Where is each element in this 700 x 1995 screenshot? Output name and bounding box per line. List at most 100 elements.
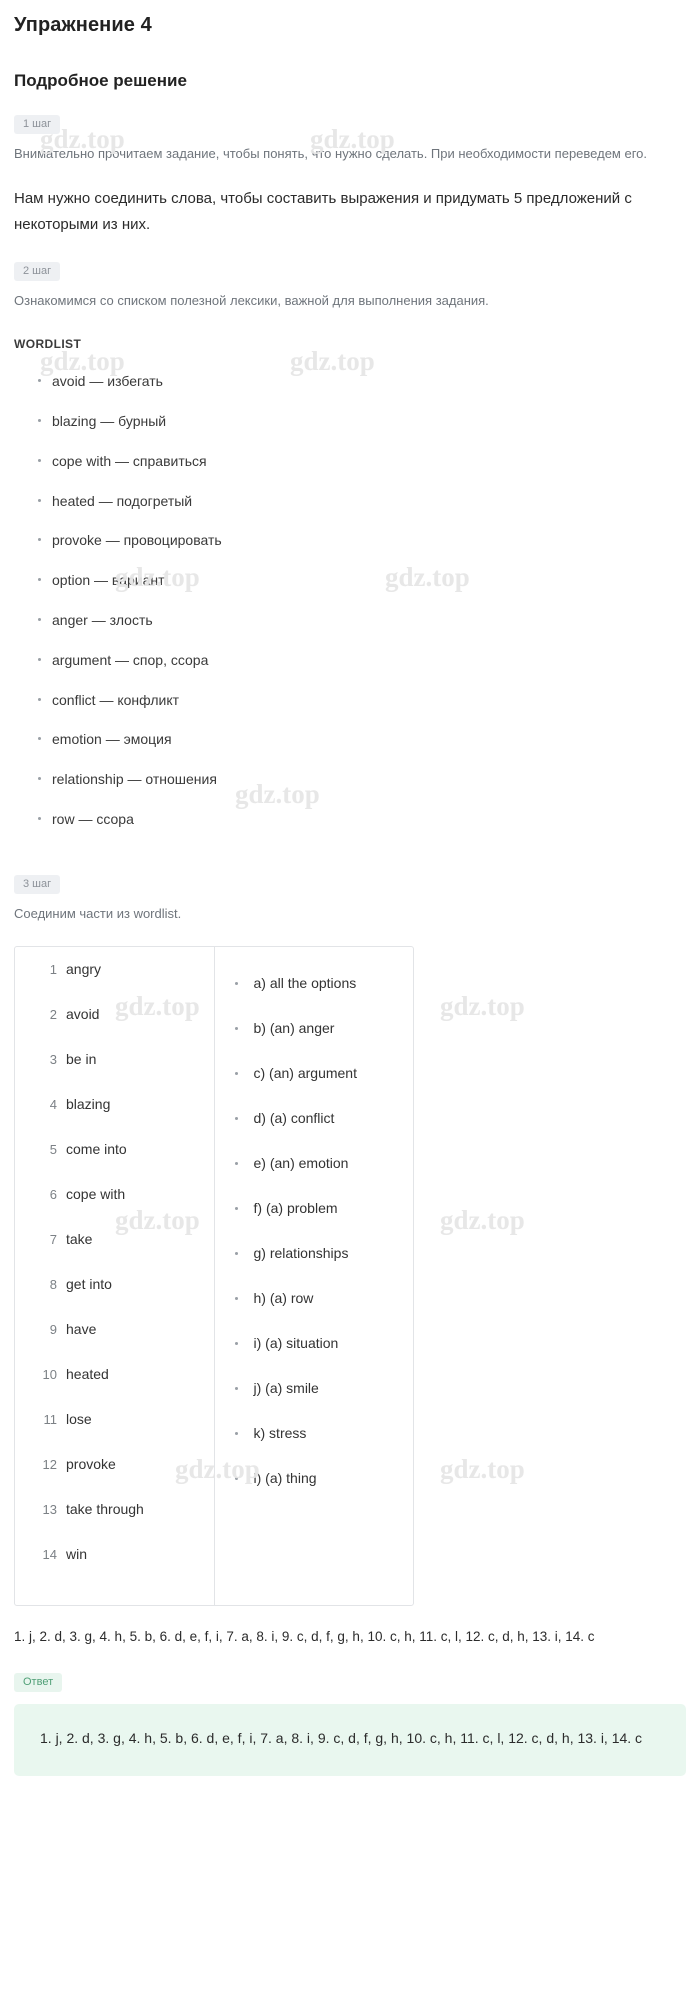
wordlist-heading: WORDLIST [14, 337, 82, 352]
step-text-2: Ознакомимся со списком полезной лексики,… [14, 293, 489, 309]
match-right-row[interactable]: f) (a) problem [215, 1186, 414, 1231]
solution-page: gdz.top gdz.top gdz.top gdz.top gdz.top gdz.t… [0, 14, 700, 1777]
match-right-text: h) (a) row [253, 1290, 314, 1307]
watermark-8: gdz.top [440, 991, 525, 1021]
match-left-text: come into [66, 1140, 127, 1157]
match-right-row[interactable]: g) relationships [215, 1231, 414, 1276]
match-right-row[interactable]: i) (a) situation [215, 1321, 414, 1366]
matching-exercise-table: 1 angry 2 avoid 3 be in 4 blazing 5 come into 6 cop… [14, 945, 414, 1606]
match-left-number: 2 [49, 1006, 57, 1022]
wordlist-item: conflict — конфликт [14, 692, 686, 709]
match-right-text: i) (a) situation [253, 1335, 339, 1352]
match-right-row[interactable]: h) (a) row [215, 1276, 414, 1321]
watermark-10: gdz.top [440, 1205, 525, 1235]
page-title: Упражнение 4 [14, 14, 152, 36]
matching-left-column: 1 angry 2 avoid 3 be in 4 blazing 5 come into 6 cop… [15, 946, 215, 1605]
match-right-row[interactable]: c) (an) argument [215, 1051, 414, 1096]
match-left-number: 5 [49, 1141, 57, 1157]
match-left-number: 3 [49, 1051, 57, 1067]
match-right-text: k) stress [253, 1425, 307, 1442]
wordlist-item: relationship — отношения [14, 771, 686, 788]
step-badge-2: 2 шаг [14, 262, 61, 282]
match-right-row[interactable]: j) (a) smile [215, 1366, 414, 1411]
bullet-icon [234, 1071, 238, 1075]
match-right-text: l) (a) thing [253, 1470, 317, 1487]
answer-box: 1. j, 2. d, 3. g, 4. h, 5. b, 6. d, e, f… [14, 1704, 686, 1777]
bullet-icon [234, 1431, 238, 1435]
wordlist-item: emotion — эмоция [14, 731, 686, 748]
match-left-row[interactable]: 7 take [15, 1231, 214, 1276]
step-badge-1: 1 шаг [14, 115, 61, 134]
bullet-icon [234, 1296, 238, 1300]
wordlist-item: heated — подогретый [14, 493, 686, 510]
match-left-row[interactable]: 8 get into [15, 1276, 214, 1321]
match-left-number: 14 [42, 1546, 57, 1562]
match-left-number: 1 [49, 961, 57, 977]
match-left-number: 12 [42, 1456, 57, 1472]
wordlist-item: blazing — бурный [14, 413, 686, 430]
match-right-row[interactable]: a) all the options [215, 961, 414, 1006]
wordlist: avoid — избегать blazing — бурный cope wit… [14, 373, 686, 828]
match-left-text: blazing [66, 1095, 111, 1112]
match-right-row[interactable]: b) (an) anger [215, 1006, 414, 1051]
match-left-text: get into [66, 1275, 112, 1292]
match-right-text: c) (an) argument [253, 1065, 357, 1082]
match-left-number: 9 [49, 1321, 57, 1337]
match-left-row[interactable]: 1 angry [15, 961, 214, 1006]
answer-badge: Ответ [14, 1673, 63, 1693]
wordlist-item: argument — спор, ссора [14, 652, 686, 669]
match-left-row[interactable]: 4 blazing [15, 1096, 214, 1141]
match-right-text: b) (an) anger [253, 1020, 335, 1037]
match-left-row[interactable]: 14 win [15, 1546, 214, 1591]
match-left-number: 10 [42, 1366, 57, 1382]
match-left-text: provoke [66, 1455, 116, 1472]
match-left-text: win [66, 1545, 88, 1562]
match-right-row[interactable]: k) stress [215, 1411, 414, 1456]
match-left-text: be in [66, 1050, 97, 1067]
match-left-text: heated [66, 1365, 109, 1382]
match-left-row[interactable]: 2 avoid [15, 1006, 214, 1051]
match-left-text: lose [66, 1410, 92, 1427]
match-left-number: 11 [43, 1411, 58, 1427]
match-right-row[interactable]: d) (a) conflict [215, 1096, 414, 1141]
wordlist-item: row — ссора [14, 811, 686, 828]
bullet-icon [234, 1026, 238, 1030]
watermark-12: gdz.top [440, 1454, 525, 1484]
match-left-row[interactable]: 12 provoke [15, 1456, 214, 1501]
bullet-icon [234, 1386, 238, 1390]
bullet-icon [234, 1206, 238, 1210]
step-text-1: Внимательно прочитаем задание, чтобы пон… [14, 146, 647, 161]
wordlist-item: avoid — избегать [14, 373, 686, 390]
match-left-row[interactable]: 10 heated [15, 1366, 214, 1411]
section-subtitle: Подробное решение [14, 71, 187, 90]
match-left-number: 7 [49, 1231, 57, 1247]
match-left-row[interactable]: 6 cope with [15, 1186, 214, 1231]
wordlist-item: option — вариант [14, 572, 686, 589]
match-left-text: cope with [66, 1185, 126, 1202]
match-left-text: angry [66, 960, 102, 977]
match-right-text: a) all the options [253, 975, 357, 992]
match-left-row[interactable]: 5 come into [15, 1141, 214, 1186]
bullet-icon [234, 1116, 238, 1120]
match-left-number: 4 [49, 1096, 57, 1112]
match-right-text: g) relationships [253, 1245, 349, 1262]
match-right-text: j) (a) smile [253, 1380, 319, 1397]
step-text-3: Соединим части из wordlist. [14, 905, 182, 921]
match-right-row[interactable]: l) (a) thing [215, 1456, 414, 1501]
bullet-icon [234, 1341, 238, 1345]
match-left-number: 13 [42, 1501, 57, 1517]
match-left-text: have [66, 1320, 97, 1337]
match-right-text: e) (an) emotion [253, 1155, 349, 1172]
match-left-row[interactable]: 3 be in [15, 1051, 214, 1096]
match-right-text: d) (a) conflict [253, 1110, 335, 1127]
bullet-icon [234, 981, 238, 985]
match-left-row[interactable]: 9 have [15, 1321, 214, 1366]
wordlist-item: anger — злость [14, 612, 686, 629]
match-left-row[interactable]: 13 take through [15, 1501, 214, 1546]
match-left-row[interactable]: 11 lose [15, 1411, 214, 1456]
match-right-text: f) (a) problem [253, 1200, 338, 1217]
match-left-text: take through [66, 1500, 144, 1517]
matching-right-column: a) all the options b) (an) anger c) (an) a… [215, 947, 414, 1605]
match-left-number: 8 [49, 1276, 57, 1292]
match-right-row[interactable]: e) (an) emotion [215, 1141, 414, 1186]
